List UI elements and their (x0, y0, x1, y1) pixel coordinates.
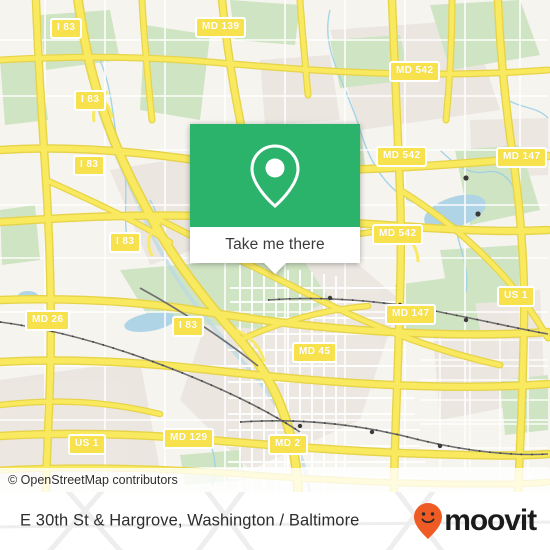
road-shield: I 83 (172, 316, 205, 337)
popup-pointer-tail (264, 263, 286, 274)
moovit-map-screen: I 83 MD 139 MD 542 I 83 MD 542 MD 147 I … (0, 0, 550, 550)
moovit-logo[interactable]: moovit (413, 502, 537, 540)
road-shield: MD 45 (292, 342, 338, 363)
popup-header (190, 124, 360, 227)
road-shield: I 83 (50, 18, 83, 39)
road-shield: MD 139 (195, 17, 247, 38)
road-shield: MD 147 (385, 304, 437, 325)
road-shield: I 83 (74, 90, 107, 111)
road-shield: MD 147 (496, 147, 548, 168)
take-me-there-popup[interactable]: Take me there (190, 124, 360, 274)
road-shield: I 83 (109, 232, 142, 253)
moovit-wordmark: moovit (444, 504, 537, 537)
road-shield: US 1 (497, 286, 535, 307)
location-title: E 30th St & Hargrove, Washington / Balti… (20, 511, 360, 530)
map-attribution: © OpenStreetMap contributors (0, 467, 550, 492)
map-pin-icon (250, 143, 300, 208)
road-shield: MD 542 (389, 61, 441, 82)
road-shield: MD 2 (268, 434, 308, 455)
road-shield: MD 542 (376, 146, 428, 167)
road-shield: MD 542 (372, 224, 424, 245)
popup-footer[interactable]: Take me there (190, 227, 360, 263)
road-shield: MD 129 (163, 428, 215, 449)
footer-bar: E 30th St & Hargrove, Washington / Balti… (0, 492, 550, 550)
take-me-there-label: Take me there (225, 236, 325, 253)
moovit-smiley-pin-icon (414, 503, 443, 539)
road-shield: MD 26 (25, 310, 71, 331)
road-shield: I 83 (73, 155, 106, 176)
road-shield: US 1 (68, 434, 106, 455)
